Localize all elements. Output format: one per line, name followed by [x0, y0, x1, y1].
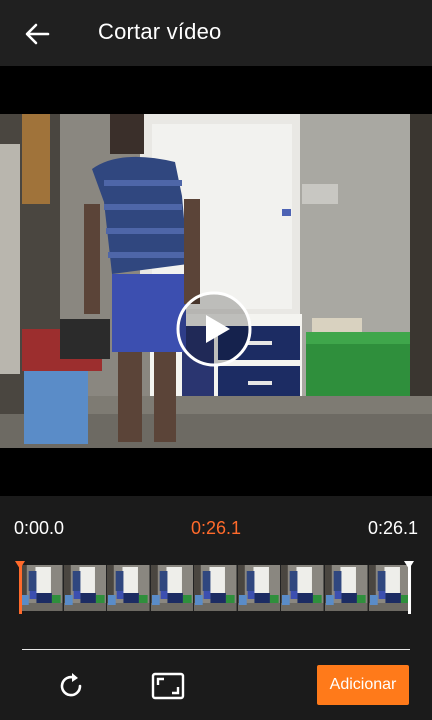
video-frame-image [0, 114, 432, 448]
play-icon[interactable] [174, 289, 254, 369]
back-button[interactable] [18, 15, 56, 53]
page-title: Cortar vídeo [98, 19, 222, 44]
video-player [0, 66, 432, 496]
rotate-button[interactable] [49, 664, 93, 708]
end-time: 0:26.1 [367, 518, 418, 538]
frame-thumbnail [150, 565, 195, 611]
frame-strip[interactable] [20, 565, 412, 611]
frame-thumbnail [368, 565, 412, 611]
aspect-ratio-button[interactable] [146, 664, 190, 708]
handle-marker-icon [15, 561, 25, 569]
trim-end-handle[interactable] [404, 561, 414, 614]
thumbnail-frames [20, 565, 412, 611]
rotate-icon [60, 673, 82, 697]
frame-thumbnail [194, 565, 238, 611]
frame-thumbnail [107, 565, 151, 611]
frame-thumbnail [63, 565, 108, 611]
frame-thumbnail [281, 565, 325, 611]
aspect-ratio-icon [151, 672, 185, 700]
frame-thumbnail [20, 565, 64, 611]
add-button[interactable]: Adicionar [317, 665, 409, 705]
frame-thumbnail [324, 565, 369, 611]
app-bar: Cortar vídeo [0, 0, 432, 66]
trim-start-handle[interactable] [15, 561, 25, 614]
divider [22, 649, 410, 650]
video-preview[interactable] [0, 114, 432, 448]
handle-marker-icon [404, 561, 414, 569]
arrow-left-icon [25, 23, 50, 45]
time-readouts: 0:00.0 0:26.1 0:26.1 [0, 518, 432, 544]
frame-thumbnail [237, 565, 282, 611]
trim-video-screen: Cortar vídeo 0:00.0 0:26.1 0:26.1 Adicio… [0, 0, 432, 720]
